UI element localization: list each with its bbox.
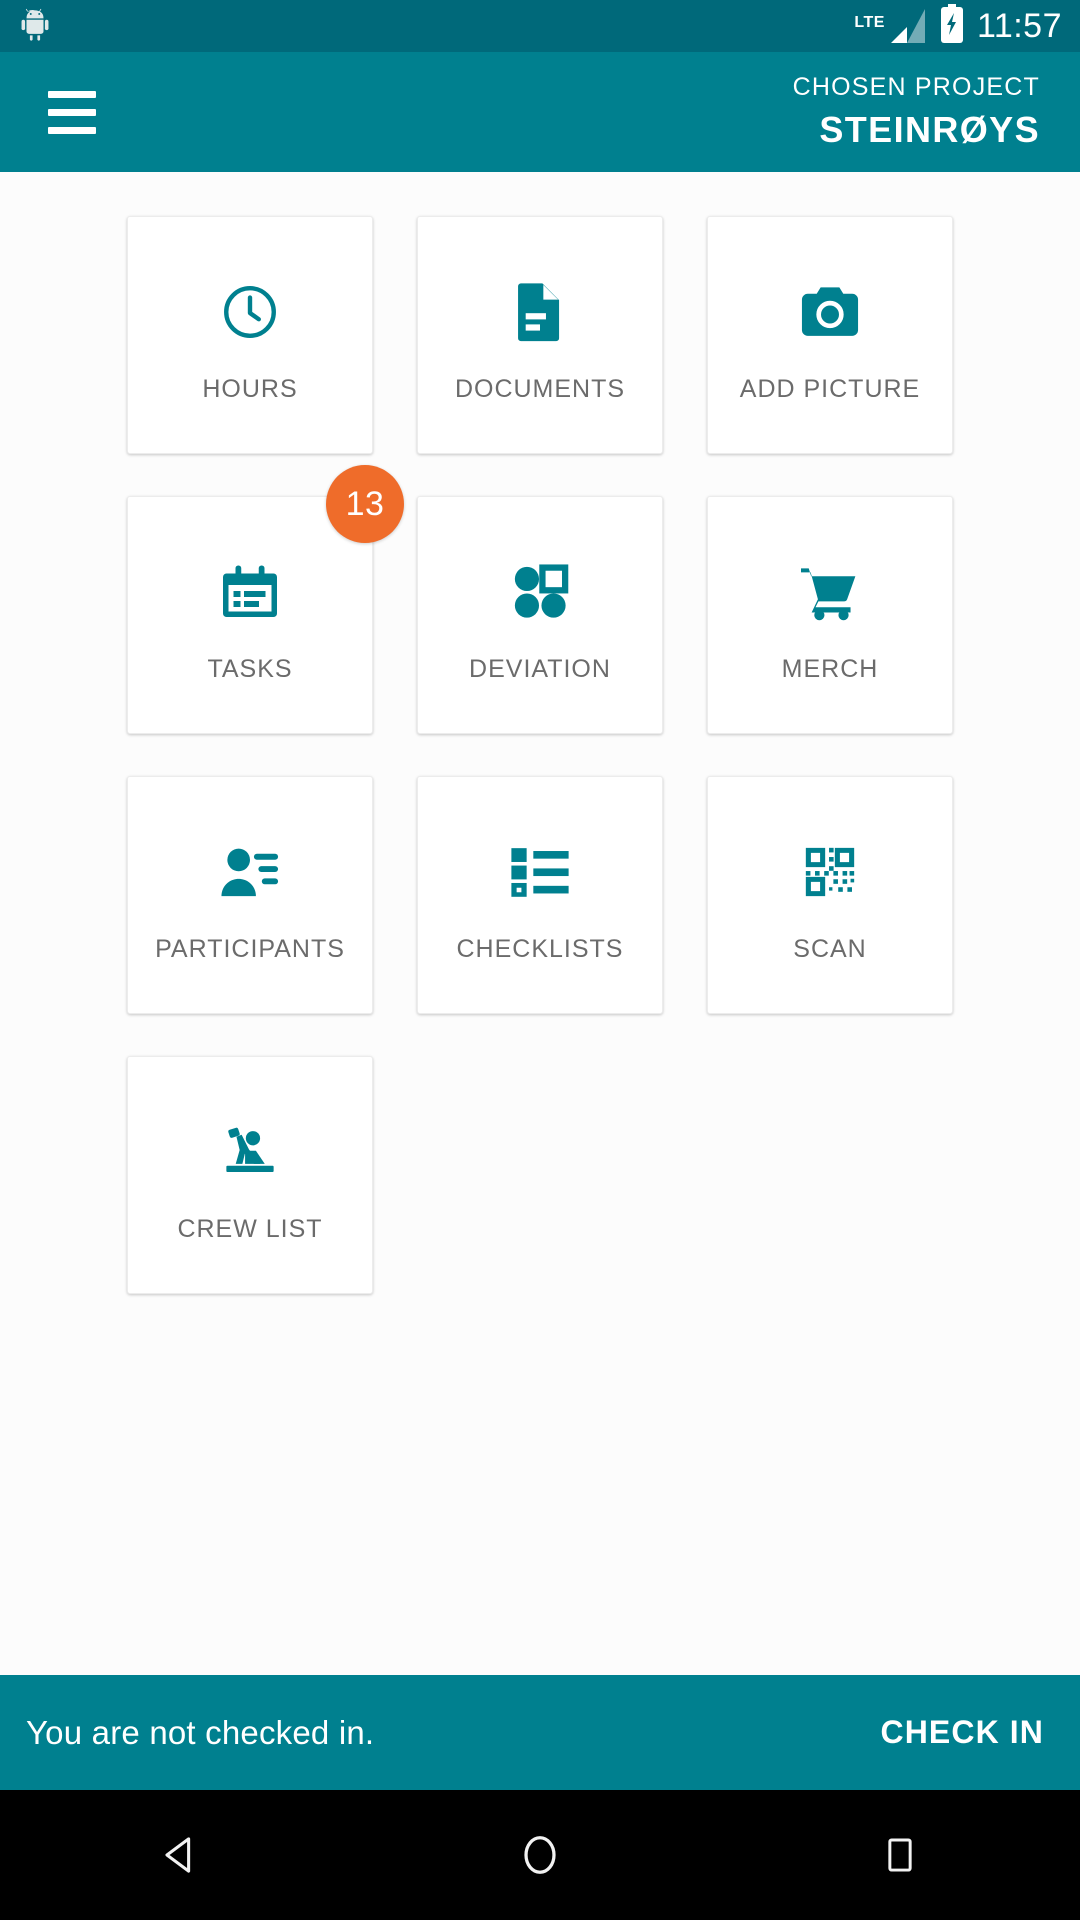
chosen-project-label: CHOSEN PROJECT [792,72,1040,101]
app-root: LTE 11:57 CHOSEN PROJECT STEINRØYS HOURS… [0,0,1080,1920]
tile-crew-list[interactable]: CREW LIST [127,1056,373,1294]
hamburger-line [48,108,96,116]
tile-label: ADD PICTURE [739,374,921,403]
tile-hours[interactable]: HOURS [127,216,373,454]
check-in-status-text: You are not checked in. [26,1713,375,1751]
tile-merch[interactable]: MERCH [707,496,953,734]
tile-tasks[interactable]: 13 TASKS [127,465,404,734]
signal-bars-icon: LTE [854,7,927,45]
status-bar-left [18,7,52,46]
menu-grid: HOURS DOCUMENTS ADD PICTURE 13 TASKS DEV… [0,216,1080,1294]
document-icon [511,267,569,357]
android-navigation-bar [0,1790,1080,1920]
tile-add-picture[interactable]: ADD PICTURE [707,216,953,454]
main-content: HOURS DOCUMENTS ADD PICTURE 13 TASKS DEV… [0,172,1080,1675]
tile-scan[interactable]: SCAN [707,776,953,1014]
tile-label: HOURS [202,374,298,403]
shopping-cart-icon [798,547,862,637]
tile-checklists[interactable]: CHECKLISTS [417,776,663,1014]
check-in-button[interactable]: CHECK IN [881,1714,1044,1751]
tile-label: TASKS [207,654,293,683]
tile-documents[interactable]: DOCUMENTS [417,216,663,454]
tile-label: PARTICIPANTS [155,934,345,963]
person-list-icon [218,827,282,917]
tile-label: SCAN [793,934,867,963]
project-name: STEINRØYS [819,109,1040,151]
worker-icon [218,1107,282,1197]
tile-label: DOCUMENTS [454,374,626,403]
tile-label: DEVIATION [469,654,611,683]
app-bar: CHOSEN PROJECT STEINRØYS [0,52,1080,172]
hamburger-line [48,90,96,98]
camera-icon [798,267,862,357]
android-robot-icon [18,7,52,46]
clock-icon [219,267,281,357]
status-bar: LTE 11:57 [0,0,1080,52]
battery-charging-icon [939,3,965,49]
tile-label: CREW LIST [177,1214,323,1243]
tile-label: CHECKLISTS [456,934,624,963]
status-bar-right: LTE 11:57 [854,3,1062,49]
tasks-badge: 13 [326,465,404,543]
status-bar-clock: 11:57 [976,6,1062,45]
hamburger-line [48,126,96,134]
qr-code-icon [801,827,859,917]
recents-square-icon[interactable] [840,1790,960,1920]
calendar-icon [220,547,280,637]
app-bar-titles: CHOSEN PROJECT STEINRØYS [793,73,1040,152]
tile-participants[interactable]: PARTICIPANTS [127,776,373,1014]
tile-label: MERCH [781,654,879,683]
hamburger-menu-icon[interactable] [48,90,96,134]
checklist-icon [509,827,571,917]
network-type-label: LTE [854,14,885,31]
shapes-icon [511,547,569,637]
tile-deviation[interactable]: DEVIATION [417,496,663,734]
home-circle-icon[interactable] [480,1790,600,1920]
back-triangle-icon[interactable] [120,1790,240,1920]
check-in-bar: You are not checked in. CHECK IN [0,1675,1080,1790]
